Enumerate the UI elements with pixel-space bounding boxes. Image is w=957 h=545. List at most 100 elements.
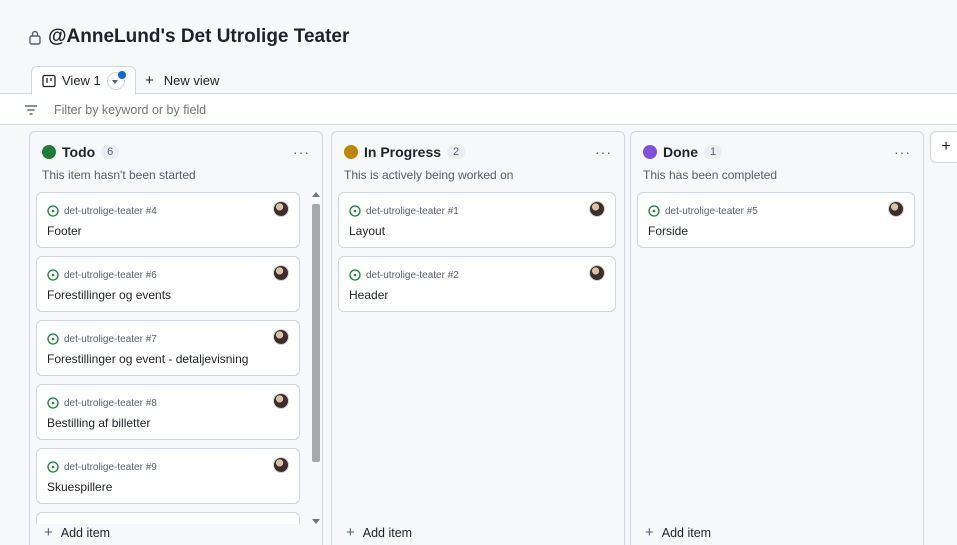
add-column-button[interactable]: + xyxy=(930,131,957,163)
view-options-dropdown[interactable] xyxy=(106,70,126,90)
card-ref: det-utrolige-teater #9 xyxy=(47,461,157,473)
avatar[interactable] xyxy=(273,457,289,473)
column-menu-button[interactable]: ··· xyxy=(293,144,310,160)
card[interactable]: det-utrolige-teater #5 Forside xyxy=(637,192,915,248)
avatar[interactable] xyxy=(273,201,289,217)
add-item-label: Add item xyxy=(661,525,712,540)
page-title: @AnneLund's Det Utrolige Teater xyxy=(28,26,349,48)
view-tabs: View 1 + New view xyxy=(0,60,957,95)
issue-opened-icon xyxy=(349,205,361,217)
card-title[interactable]: Footer xyxy=(47,224,82,238)
card-title[interactable]: Layout xyxy=(349,224,385,238)
column-header: Todo 6 xyxy=(42,144,120,160)
card[interactable]: det-utrolige-teater #8 Bestilling af bil… xyxy=(36,384,300,440)
scrollbar-thumb[interactable] xyxy=(312,204,320,462)
plus-icon: + xyxy=(44,524,53,541)
column-name: Done xyxy=(663,144,698,160)
add-item-button[interactable]: + Add item xyxy=(44,524,110,541)
card-ref: det-utrolige-teater #7 xyxy=(47,333,157,345)
status-dot-icon xyxy=(643,145,657,159)
board: Todo 6 ··· This item hasn't been started… xyxy=(0,126,957,545)
title-bar: @AnneLund's Det Utrolige Teater xyxy=(0,0,957,60)
card[interactable]: det-utrolige-teater #1 Layout xyxy=(338,192,616,248)
chevron-down-icon xyxy=(111,79,118,84)
column-description: This is actively being worked on xyxy=(344,168,514,182)
filter-icon[interactable] xyxy=(24,104,38,116)
column-todo: Todo 6 ··· This item hasn't been started… xyxy=(29,131,323,545)
column-name: Todo xyxy=(62,144,96,160)
card-title[interactable]: Header xyxy=(349,288,388,302)
add-item-label: Add item xyxy=(362,525,413,540)
column-header: In Progress 2 xyxy=(344,144,466,160)
add-item-label: Add item xyxy=(60,525,111,540)
tab-label: View 1 xyxy=(62,73,101,88)
column-done: Done 1 ··· This has been completed det-u… xyxy=(630,131,924,545)
plus-icon: + xyxy=(346,524,355,541)
scroll-up-icon[interactable] xyxy=(312,192,320,197)
card-title[interactable]: Forside xyxy=(648,224,688,238)
issue-opened-icon xyxy=(47,333,59,345)
card-ref-text[interactable]: det-utrolige-teater #8 xyxy=(64,398,157,409)
avatar[interactable] xyxy=(273,265,289,281)
column-header: Done 1 xyxy=(643,144,723,160)
card-title[interactable]: Forestillinger og event - detaljevisning xyxy=(47,352,248,366)
column-menu-button[interactable]: ··· xyxy=(595,144,612,160)
card-ref: det-utrolige-teater #5 xyxy=(648,205,758,217)
column-count: 2 xyxy=(447,145,466,159)
card-ref: det-utrolige-teater #8 xyxy=(47,397,157,409)
column-count: 1 xyxy=(704,145,723,159)
issue-opened-icon xyxy=(47,269,59,281)
card-ref: det-utrolige-teater #1 xyxy=(349,205,459,217)
add-item-button[interactable]: + Add item xyxy=(346,524,412,541)
issue-opened-icon xyxy=(47,461,59,473)
card-ref-text[interactable]: det-utrolige-teater #5 xyxy=(665,206,758,217)
card[interactable]: det-utrolige-teater #7 Forestillinger og… xyxy=(36,320,300,376)
card[interactable]: det-utrolige-teater #4 Footer xyxy=(36,192,300,248)
card-ref: det-utrolige-teater #4 xyxy=(47,205,157,217)
issue-opened-icon xyxy=(648,205,660,217)
column-in-progress: In Progress 2 ··· This is actively being… xyxy=(331,131,625,545)
issue-opened-icon xyxy=(47,397,59,409)
issue-opened-icon xyxy=(47,205,59,217)
card-partial[interactable] xyxy=(36,512,300,524)
unsaved-changes-dot xyxy=(117,70,126,79)
card-ref-text[interactable]: det-utrolige-teater #2 xyxy=(366,270,459,281)
avatar[interactable] xyxy=(273,329,289,345)
board-view-icon xyxy=(42,74,56,87)
avatar[interactable] xyxy=(888,201,904,217)
column-name: In Progress xyxy=(364,144,442,160)
card-ref-text[interactable]: det-utrolige-teater #1 xyxy=(366,206,459,217)
scroll-down-icon[interactable] xyxy=(312,519,320,524)
card-ref: det-utrolige-teater #2 xyxy=(349,269,459,281)
card-title[interactable]: Bestilling af billetter xyxy=(47,416,150,430)
column-description: This item hasn't been started xyxy=(42,168,196,182)
card-ref: det-utrolige-teater #6 xyxy=(47,269,157,281)
card-ref-text[interactable]: det-utrolige-teater #6 xyxy=(64,270,157,281)
add-item-button[interactable]: + Add item xyxy=(645,524,711,541)
card-ref-text[interactable]: det-utrolige-teater #4 xyxy=(64,206,157,217)
status-dot-icon xyxy=(344,145,358,159)
avatar[interactable] xyxy=(589,201,605,217)
tab-view-1[interactable]: View 1 xyxy=(31,66,136,95)
project-title: @AnneLund's Det Utrolige Teater xyxy=(48,26,350,47)
card-ref-text[interactable]: det-utrolige-teater #7 xyxy=(64,334,157,345)
card[interactable]: det-utrolige-teater #2 Header xyxy=(338,256,616,312)
card-ref-text[interactable]: det-utrolige-teater #9 xyxy=(64,462,157,473)
status-dot-icon xyxy=(42,145,56,159)
filter-bar xyxy=(0,95,957,125)
new-view-button[interactable]: + New view xyxy=(145,66,219,94)
new-view-label: New view xyxy=(163,72,220,88)
column-count: 6 xyxy=(101,145,120,159)
avatar[interactable] xyxy=(589,265,605,281)
column-scrollbar[interactable] xyxy=(310,192,320,524)
filter-input[interactable] xyxy=(54,102,454,117)
card-title[interactable]: Forestillinger og events xyxy=(47,288,171,302)
plus-icon: + xyxy=(941,138,951,155)
plus-icon: + xyxy=(145,71,154,89)
card[interactable]: det-utrolige-teater #6 Forestillinger og… xyxy=(36,256,300,312)
card-title[interactable]: Skuespillere xyxy=(47,480,112,494)
avatar[interactable] xyxy=(273,393,289,409)
card[interactable]: det-utrolige-teater #9 Skuespillere xyxy=(36,448,300,504)
plus-icon: + xyxy=(645,524,654,541)
column-menu-button[interactable]: ··· xyxy=(894,144,911,160)
